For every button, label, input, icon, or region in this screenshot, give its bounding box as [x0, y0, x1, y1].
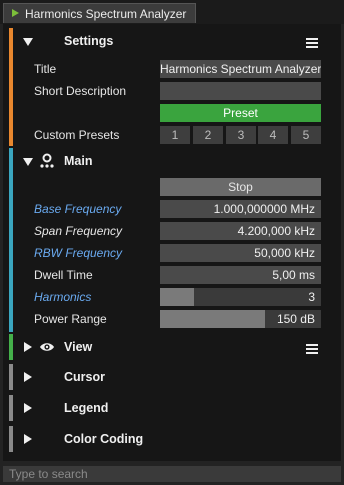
expand-arrow-icon[interactable]	[24, 434, 32, 444]
power-range-slider[interactable]: 150 dB	[160, 310, 321, 328]
short-description-field[interactable]	[160, 82, 321, 100]
power-range-value: 150 dB	[276, 312, 315, 326]
view-header[interactable]: View	[6, 334, 341, 360]
rbw-frequency-row: RBW Frequency 50,000 kHz	[6, 244, 341, 262]
color-coding-header[interactable]: Color Coding	[6, 426, 341, 452]
expand-arrow-icon[interactable]	[24, 342, 32, 352]
main-section: Main Stop Base Frequency 1.000,000000 MH…	[6, 148, 341, 332]
custom-preset-2-button[interactable]: 2	[193, 126, 223, 144]
stop-button[interactable]: Stop	[160, 178, 321, 196]
rbw-frequency-field[interactable]: 50,000 kHz	[160, 244, 321, 262]
color-coding-section: Color Coding	[6, 426, 341, 452]
view-section: View	[6, 334, 341, 360]
preset-row: Preset	[6, 104, 341, 122]
rbw-frequency-label[interactable]: RBW Frequency	[34, 246, 122, 260]
hamburger-menu-icon[interactable]	[306, 38, 318, 48]
base-frequency-row: Base Frequency 1.000,000000 MHz	[6, 200, 341, 218]
base-frequency-field[interactable]: 1.000,000000 MHz	[160, 200, 321, 218]
power-range-label: Power Range	[34, 312, 107, 326]
preset-button[interactable]: Preset	[160, 104, 321, 122]
collapse-arrow-icon[interactable]	[23, 38, 33, 46]
harmonics-slider-fill	[160, 288, 194, 306]
window-title: Harmonics Spectrum Analyzer	[25, 7, 187, 21]
custom-presets-group: 1 2 3 4 5	[160, 126, 321, 144]
cursor-title: Cursor	[64, 370, 105, 384]
dwell-time-field[interactable]: 5,00 ms	[160, 266, 321, 284]
custom-preset-4-button[interactable]: 4	[258, 126, 288, 144]
power-range-row: Power Range 150 dB	[6, 310, 341, 328]
cursor-header[interactable]: Cursor	[6, 364, 341, 390]
main-header[interactable]: Main	[6, 148, 341, 174]
play-icon	[12, 9, 19, 17]
span-frequency-label: Span Frequency	[34, 224, 123, 238]
span-frequency-row: Span Frequency 4.200,000 kHz	[6, 222, 341, 240]
settings-section: Settings Title Harmonics Spectrum Analyz…	[6, 28, 341, 146]
custom-preset-1-button[interactable]: 1	[160, 126, 190, 144]
title-label: Title	[34, 62, 57, 76]
collapse-arrow-icon[interactable]	[23, 158, 33, 166]
legend-title: Legend	[64, 401, 109, 415]
power-range-slider-fill	[160, 310, 265, 328]
harmonics-value: 3	[308, 290, 315, 304]
short-description-row: Short Description	[6, 82, 341, 100]
harmonics-label[interactable]: Harmonics	[34, 290, 91, 304]
main-node-icon	[40, 153, 54, 168]
legend-header[interactable]: Legend	[6, 395, 341, 421]
custom-preset-3-button[interactable]: 3	[226, 126, 256, 144]
custom-presets-row: Custom Presets 1 2 3 4 5	[6, 126, 341, 144]
title-value: Harmonics Spectrum Analyzer	[160, 62, 321, 76]
properties-panel: Settings Title Harmonics Spectrum Analyz…	[3, 24, 341, 461]
main-title: Main	[64, 154, 93, 168]
harmonics-row: Harmonics 3	[6, 288, 341, 306]
expand-arrow-icon[interactable]	[24, 372, 32, 382]
cursor-section: Cursor	[6, 364, 341, 390]
settings-header[interactable]: Settings	[6, 28, 341, 54]
tab-bar: Harmonics Spectrum Analyzer	[0, 0, 344, 24]
base-frequency-label[interactable]: Base Frequency	[34, 202, 121, 216]
short-description-label: Short Description	[34, 84, 127, 98]
settings-title: Settings	[64, 34, 114, 48]
custom-presets-label: Custom Presets	[34, 128, 120, 142]
title-field[interactable]: Harmonics Spectrum Analyzer	[160, 60, 321, 78]
search-input[interactable]: Type to search	[3, 466, 341, 482]
stop-row: Stop	[6, 178, 341, 196]
span-frequency-field[interactable]: 4.200,000 kHz	[160, 222, 321, 240]
dwell-time-row: Dwell Time 5,00 ms	[6, 266, 341, 284]
view-title: View	[64, 340, 93, 354]
harmonics-slider[interactable]: 3	[160, 288, 321, 306]
eye-icon	[40, 343, 54, 351]
dwell-time-label: Dwell Time	[34, 268, 93, 282]
color-coding-title: Color Coding	[64, 432, 144, 446]
hamburger-menu-icon[interactable]	[306, 344, 318, 354]
custom-preset-5-button[interactable]: 5	[291, 126, 321, 144]
expand-arrow-icon[interactable]	[24, 403, 32, 413]
legend-section: Legend	[6, 395, 341, 421]
title-row: Title Harmonics Spectrum Analyzer	[6, 60, 341, 78]
window-tab[interactable]: Harmonics Spectrum Analyzer	[3, 3, 196, 23]
